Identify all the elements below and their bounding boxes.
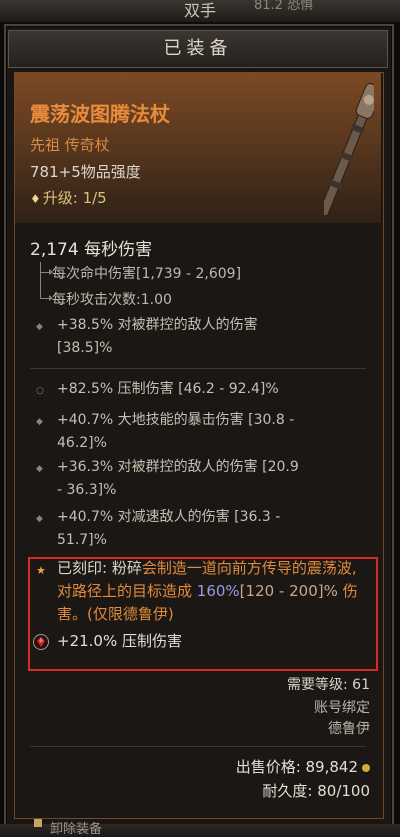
affix-1: +82.5% 压制伤害 [46.2 - 92.4]% — [57, 378, 279, 401]
item-power: 781+5物品强度 — [30, 163, 141, 181]
affix-3-line-1: +36.3% 对被群控的敌人的伤害 [20.9 — [57, 459, 299, 475]
affix-2-line-2: 46.2]% — [57, 435, 107, 451]
aspect-keyword: 粉碎 — [111, 559, 142, 577]
account-bound: 账号绑定 — [314, 700, 370, 716]
ruby-gem-icon — [33, 634, 49, 650]
damage-per-second: 2,174 每秒伤害 — [30, 240, 153, 260]
aspect-value: 160% — [196, 582, 240, 600]
aspect-label: 已刻印: — [57, 559, 112, 577]
sell-price-text: 出售价格: 89,842 — [235, 758, 358, 776]
affix-2-bullet-icon: ◆ — [36, 417, 43, 427]
sell-price: 出售价格: 89,842 — [236, 756, 370, 777]
upgrade-diamond-icon: ♦ — [30, 192, 41, 206]
damage-per-hit: 每次命中伤害[1,739 - 2,609] — [52, 266, 242, 282]
affix-4-line-2: 51.7]% — [57, 532, 107, 548]
gold-coin-icon — [362, 763, 370, 772]
affix-2-line-1: +40.7% 大地技能的暴击伤害 [30.8 - — [57, 412, 295, 428]
item-rarity: 先祖 传奇杖 — [30, 136, 110, 154]
staff-icon — [324, 83, 374, 217]
affix-4: +40.7% 对减速敌人的伤害 [36.3 - 51.7]% — [57, 506, 280, 552]
affix-3-bullet-icon: ◆ — [36, 464, 43, 474]
divider-bottom — [30, 746, 366, 747]
required-level: 需要等级: 61 — [287, 677, 370, 693]
affix-3: +36.3% 对被群控的敌人的伤害 [20.9 - 36.3]% — [57, 456, 299, 502]
affix-4-line-1: +40.7% 对减速敌人的伤害 [36.3 - — [57, 509, 281, 525]
implicit-bullet-icon: ◆ — [36, 322, 43, 332]
affix-2: +40.7% 大地技能的暴击伤害 [30.8 - 46.2]% — [57, 409, 294, 455]
socketed-gem-bonus: +21.0% 压制伤害 — [57, 632, 182, 650]
attacks-per-second: 每秒攻击次数:1.00 — [52, 292, 172, 308]
aspect-text-1: 会制造一道向前方传导的 — [141, 559, 307, 577]
hand-type-label: 双手 — [183, 1, 216, 20]
top-bar: 双手 81.2 恐惧 — [0, 0, 400, 22]
divider — [30, 368, 366, 369]
affix-1-line-1: +82.5% 压制伤害 [46.2 - 92.4]% — [57, 381, 279, 397]
affix-3-line-2: - 36.3]% — [57, 482, 117, 498]
aspect-star-icon: ★ — [36, 564, 46, 577]
aspect-range: [120 - 200]% — [239, 582, 343, 600]
upgrade-text: 升级: 1/5 — [42, 189, 107, 207]
affix-4-bullet-icon: ◆ — [36, 514, 43, 524]
unequip-action[interactable]: 卸除装备 — [50, 818, 102, 837]
bottom-action-bar[interactable]: 卸除装备 — [0, 819, 400, 837]
implicit-line-2: [38.5]% — [57, 340, 113, 356]
implicit-affix: +38.5% 对被群控的敌人的伤害 [38.5]% — [57, 314, 258, 360]
upgrade-status: ♦ 升级: 1/5 — [30, 187, 107, 208]
class-requirement: 德鲁伊 — [328, 721, 370, 737]
unequip-icon — [34, 819, 42, 827]
affix-1-bullet-icon: ○ — [36, 386, 44, 396]
implicit-line-1: +38.5% 对被群控的敌人的伤害 — [57, 317, 258, 333]
equipped-header: 已装备 — [8, 30, 388, 68]
item-name: 震荡波图腾法杖 — [30, 102, 170, 126]
top-right-text: 81.2 恐惧 — [254, 0, 314, 13]
durability: 耐久度: 80/100 — [262, 782, 370, 800]
legendary-aspect: 已刻印: 粉碎会制造一道向前方传导的震荡波, 对路径上的目标造成 160%[12… — [57, 557, 375, 626]
